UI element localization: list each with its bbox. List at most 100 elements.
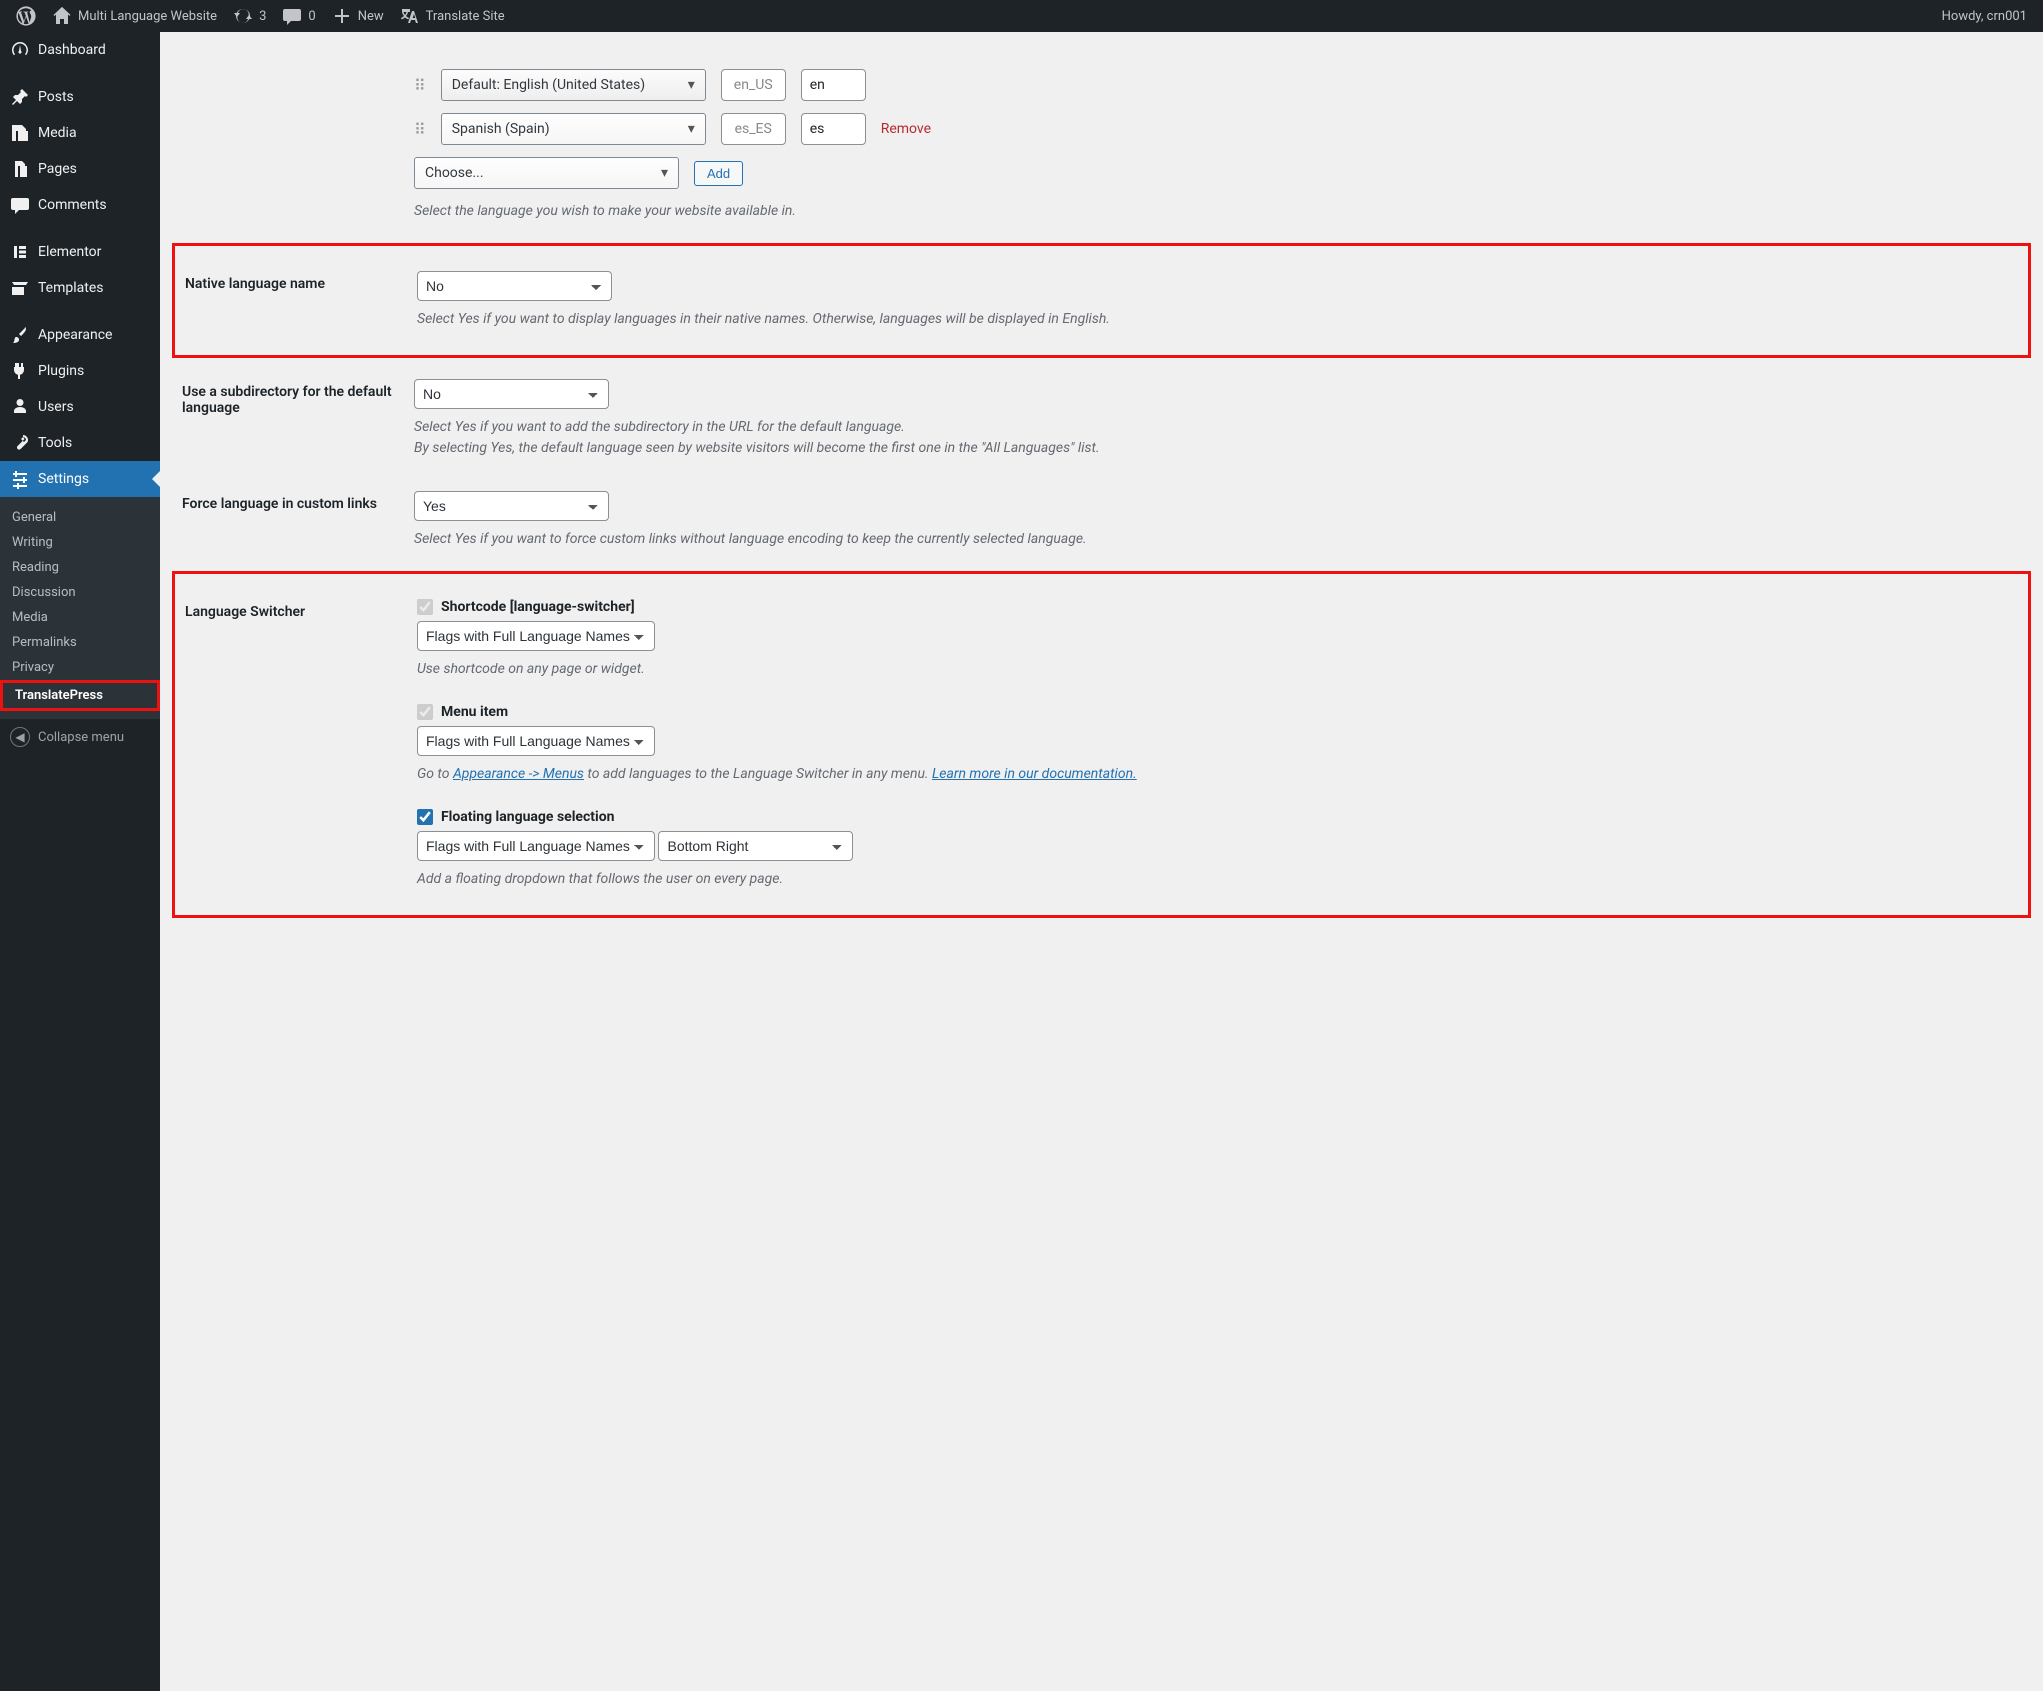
menu-posts[interactable]: Posts: [0, 79, 160, 115]
spanish-language-slug[interactable]: es: [801, 113, 866, 145]
update-icon: [233, 6, 253, 26]
settings-submenu: General Writing Reading Discussion Media…: [0, 497, 160, 719]
menuitem-label: Menu item: [441, 704, 508, 720]
subdir-select[interactable]: No: [414, 379, 609, 409]
shortcode-label: Shortcode [language-switcher]: [441, 599, 635, 615]
home-icon: [52, 6, 72, 26]
learn-more-link[interactable]: Learn more in our documentation.: [932, 766, 1137, 782]
subdir-label: Use a subdirectory for the default langu…: [182, 364, 402, 474]
default-language-select[interactable]: Default: English (United States)▾: [441, 69, 706, 101]
submenu-discussion[interactable]: Discussion: [0, 580, 160, 605]
comments-icon: [10, 195, 30, 215]
subdir-desc: Select Yes if you want to add the subdir…: [414, 417, 2011, 459]
brush-icon: [10, 325, 30, 345]
force-select[interactable]: Yes: [414, 491, 609, 521]
shortcode-format-select[interactable]: Flags with Full Language Names: [417, 621, 655, 651]
sliders-icon: [10, 469, 30, 489]
language-row-add: Choose...▾ Add: [414, 157, 2011, 189]
templates-icon: [10, 278, 30, 298]
wp-logo[interactable]: [8, 0, 44, 32]
site-name: Multi Language Website: [78, 9, 217, 24]
floating-format-select[interactable]: Flags with Full Language Names: [417, 831, 655, 861]
menu-tools[interactable]: Tools: [0, 425, 160, 461]
default-language-slug[interactable]: en: [801, 69, 866, 101]
submenu-privacy[interactable]: Privacy: [0, 655, 160, 680]
language-row-default: ⠿ Default: English (United States)▾ en_U…: [414, 69, 2011, 101]
force-label: Force language in custom links: [182, 476, 402, 565]
submenu-writing[interactable]: Writing: [0, 530, 160, 555]
native-language-highlight: Native language name No Select Yes if yo…: [172, 243, 2031, 358]
comments-link[interactable]: 0: [274, 0, 323, 32]
media-icon: [10, 123, 30, 143]
menu-users[interactable]: Users: [0, 389, 160, 425]
floating-desc: Add a floating dropdown that follows the…: [417, 869, 2008, 890]
translate-label: Translate Site: [426, 9, 505, 24]
floating-checkbox[interactable]: [417, 809, 433, 825]
menu-pages[interactable]: Pages: [0, 151, 160, 187]
howdy-user[interactable]: Howdy, crn001: [1934, 0, 2035, 32]
menu-appearance[interactable]: Appearance: [0, 317, 160, 353]
pages-icon: [10, 159, 30, 179]
native-language-desc: Select Yes if you want to display langua…: [417, 309, 2008, 330]
translate-icon: [400, 6, 420, 26]
default-language-code: en_US: [721, 69, 786, 101]
elementor-icon: [10, 242, 30, 262]
chevron-down-icon: ▾: [688, 121, 695, 137]
new-content[interactable]: New: [324, 0, 392, 32]
menuitem-checkbox: [417, 704, 433, 720]
submenu-translatepress-highlight: TranslatePress: [0, 680, 160, 711]
site-name-link[interactable]: Multi Language Website: [44, 0, 225, 32]
updates-link[interactable]: 3: [225, 0, 274, 32]
menuitem-checkbox-row: Menu item: [417, 704, 508, 720]
spanish-language-code: es_ES: [721, 113, 786, 145]
dashboard-icon: [10, 40, 30, 60]
menu-settings[interactable]: Settings: [0, 461, 160, 497]
wordpress-icon: [16, 6, 36, 26]
comments-count: 0: [308, 9, 315, 24]
chevron-down-icon: ▾: [661, 165, 668, 181]
comment-icon: [282, 6, 302, 26]
shortcode-checkbox-row: Shortcode [language-switcher]: [417, 599, 635, 615]
floating-checkbox-row: Floating language selection: [417, 809, 614, 825]
translate-site-link[interactable]: Translate Site: [392, 0, 513, 32]
collapse-menu[interactable]: ◀ Collapse menu: [0, 719, 160, 755]
submenu-permalinks[interactable]: Permalinks: [0, 630, 160, 655]
add-language-button[interactable]: Add: [694, 161, 743, 186]
menu-dashboard[interactable]: Dashboard: [0, 32, 160, 68]
appearance-menus-link[interactable]: Appearance -> Menus: [453, 766, 584, 782]
floating-label: Floating language selection: [441, 809, 614, 825]
menu-comments[interactable]: Comments: [0, 187, 160, 223]
spanish-language-select[interactable]: Spanish (Spain)▾: [441, 113, 706, 145]
wrench-icon: [10, 433, 30, 453]
native-language-select[interactable]: No: [417, 271, 612, 301]
remove-language-link[interactable]: Remove: [881, 121, 931, 137]
drag-handle-icon[interactable]: ⠿: [414, 76, 426, 95]
native-language-label: Native language name: [185, 256, 405, 345]
menu-templates[interactable]: Templates: [0, 270, 160, 306]
chevron-down-icon: ▾: [688, 77, 695, 93]
drag-handle-icon[interactable]: ⠿: [414, 120, 426, 139]
menu-elementor[interactable]: Elementor: [0, 234, 160, 270]
menuitem-desc: Go to Appearance -> Menus to add languag…: [417, 764, 2008, 785]
users-icon: [10, 397, 30, 417]
pin-icon: [10, 87, 30, 107]
language-row-spanish: ⠿ Spanish (Spain)▾ es_ES es Remove: [414, 113, 2011, 145]
floating-position-select[interactable]: Bottom Right: [658, 831, 853, 861]
plug-icon: [10, 361, 30, 381]
submenu-general[interactable]: General: [0, 505, 160, 530]
updates-count: 3: [259, 9, 266, 24]
switcher-label: Language Switcher: [185, 584, 405, 905]
menu-media[interactable]: Media: [0, 115, 160, 151]
menu-plugins[interactable]: Plugins: [0, 353, 160, 389]
submenu-translatepress[interactable]: TranslatePress: [3, 683, 157, 708]
shortcode-checkbox: [417, 599, 433, 615]
menuitem-format-select[interactable]: Flags with Full Language Names: [417, 726, 655, 756]
new-label: New: [358, 9, 384, 24]
collapse-icon: ◀: [10, 727, 30, 747]
choose-language-select[interactable]: Choose...▾: [414, 157, 679, 189]
submenu-reading[interactable]: Reading: [0, 555, 160, 580]
languages-description: Select the language you wish to make you…: [414, 201, 2011, 222]
admin-bar: Multi Language Website 3 0 New Translate…: [0, 0, 2043, 32]
language-switcher-highlight: Language Switcher Shortcode [language-sw…: [172, 571, 2031, 918]
submenu-media[interactable]: Media: [0, 605, 160, 630]
